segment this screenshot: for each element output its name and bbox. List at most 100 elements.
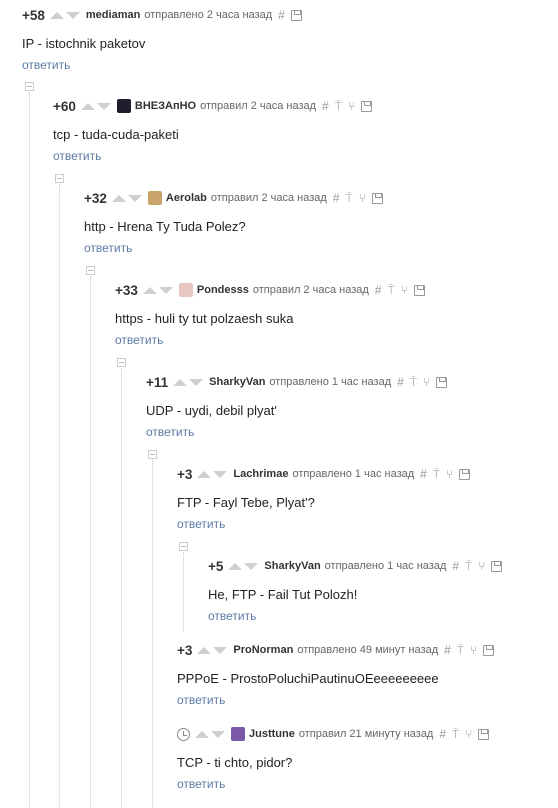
comment-author[interactable]: SharkyVan xyxy=(264,560,320,572)
save-icon[interactable] xyxy=(459,468,471,480)
tree-line xyxy=(183,552,184,632)
pin-icon[interactable]: ⍑ xyxy=(410,375,417,390)
collapse-button[interactable] xyxy=(148,450,157,459)
downvote-icon[interactable] xyxy=(213,470,228,478)
hash-icon[interactable]: # xyxy=(322,99,329,113)
branch-icon[interactable]: ⑂ xyxy=(423,375,430,389)
collapse-button[interactable] xyxy=(179,542,188,551)
comment-time: отправлено 1 час назад xyxy=(324,560,447,572)
comment-author[interactable]: Lachrimae xyxy=(233,468,288,480)
downvote-icon[interactable] xyxy=(211,730,225,738)
reply-link[interactable]: ответить xyxy=(177,693,500,707)
comment-text: FTP - Fayl Tebe, Plyat'? xyxy=(177,495,315,510)
reply-link[interactable]: ответить xyxy=(115,333,431,347)
pin-icon[interactable]: ⍑ xyxy=(452,727,459,742)
upvote-icon[interactable] xyxy=(228,562,243,570)
upvote-icon[interactable] xyxy=(197,646,212,654)
upvote-icon[interactable] xyxy=(195,730,209,738)
comment-time: отправлено 1 час назад xyxy=(292,468,415,480)
save-icon[interactable] xyxy=(290,9,302,21)
pin-icon[interactable]: ⍑ xyxy=(457,643,464,658)
hash-icon[interactable]: # xyxy=(439,727,446,741)
reply-link[interactable]: ответить xyxy=(177,517,476,531)
collapse-button[interactable] xyxy=(25,82,34,91)
comment-author[interactable]: ProNorman xyxy=(233,644,293,656)
save-icon[interactable] xyxy=(478,728,490,740)
downvote-icon[interactable] xyxy=(158,286,173,294)
upvote-icon[interactable] xyxy=(80,102,95,110)
reply-link[interactable]: ответить xyxy=(53,149,378,163)
hash-icon[interactable]: # xyxy=(333,191,340,205)
comment-author[interactable]: Aerolab xyxy=(166,192,207,204)
comment-text: IP - istochnik paketov xyxy=(22,36,146,51)
save-icon[interactable] xyxy=(491,560,503,572)
pin-icon[interactable]: ⍑ xyxy=(387,283,394,298)
reply-link[interactable]: ответить xyxy=(22,58,308,72)
branch-icon[interactable]: ⑂ xyxy=(478,559,485,573)
avatar xyxy=(147,191,162,205)
collapse-button[interactable] xyxy=(55,174,64,183)
comment-author[interactable]: SharkyVan xyxy=(209,376,265,388)
save-icon[interactable] xyxy=(371,192,383,204)
branch-icon[interactable]: ⑂ xyxy=(359,191,366,205)
hash-icon[interactable]: # xyxy=(397,375,404,389)
comment: +3 ProNorman отправлено 49 минут назад #… xyxy=(177,641,500,707)
upvote-icon[interactable] xyxy=(142,286,157,294)
comment-author[interactable]: Justtune xyxy=(249,728,295,740)
upvote-icon[interactable] xyxy=(49,11,64,19)
branch-icon[interactable]: ⑂ xyxy=(348,99,355,113)
downvote-icon[interactable] xyxy=(189,378,204,386)
comment: +11 SharkyVan отправлено 1 час назад # ⍑… xyxy=(146,373,453,439)
collapse-button[interactable] xyxy=(117,358,126,367)
pin-icon[interactable]: ⍑ xyxy=(433,467,440,482)
pin-icon[interactable]: ⍑ xyxy=(345,191,352,206)
pin-icon[interactable]: ⍑ xyxy=(465,559,472,574)
hash-icon[interactable]: # xyxy=(278,8,285,22)
hash-icon[interactable]: # xyxy=(375,283,382,297)
comment-author[interactable]: Pondesss xyxy=(197,284,249,296)
branch-icon[interactable]: ⑂ xyxy=(446,467,453,481)
hash-icon[interactable]: # xyxy=(452,559,459,573)
save-icon[interactable] xyxy=(436,376,448,388)
reply-link[interactable]: ответить xyxy=(84,241,389,255)
tree-line xyxy=(59,184,60,808)
comment-text: UDP - uydi, debil plyat' xyxy=(146,403,277,418)
upvote-icon[interactable] xyxy=(111,194,126,202)
avatar xyxy=(231,727,245,741)
save-icon[interactable] xyxy=(361,100,373,112)
branch-icon[interactable]: ⑂ xyxy=(401,283,408,297)
tree-line xyxy=(90,276,91,808)
save-icon[interactable] xyxy=(483,644,495,656)
comment: +60 ВНЕЗАпНО отправил 2 часа назад # ⍑ ⑂… xyxy=(53,97,378,163)
tree-line xyxy=(121,368,122,808)
reply-link[interactable]: ответить xyxy=(146,425,453,439)
reply-link[interactable]: ответить xyxy=(208,609,508,623)
downvote-icon[interactable] xyxy=(213,646,228,654)
comment-score: +33 xyxy=(115,282,138,298)
branch-icon[interactable]: ⑂ xyxy=(470,643,477,657)
comment: +3 Lachrimae отправлено 1 час назад # ⍑ … xyxy=(177,465,476,531)
reply-link[interactable]: ответить xyxy=(177,777,495,791)
downvote-icon[interactable] xyxy=(96,102,111,110)
downvote-icon[interactable] xyxy=(65,11,80,19)
branch-icon[interactable]: ⑂ xyxy=(465,727,472,741)
comment-time: отправил 2 часа назад xyxy=(210,192,327,204)
upvote-icon[interactable] xyxy=(197,470,212,478)
avatar xyxy=(178,283,193,297)
comment-score: +3 xyxy=(177,642,193,658)
comment-time: отправлено 2 часа назад xyxy=(144,9,273,21)
hash-icon[interactable]: # xyxy=(420,467,427,481)
downvote-icon[interactable] xyxy=(127,194,142,202)
comment: Justtune отправил 21 минуту назад # ⍑ ⑂ … xyxy=(177,725,495,791)
comment-score: +58 xyxy=(22,7,45,23)
collapse-button[interactable] xyxy=(86,266,95,275)
downvote-icon[interactable] xyxy=(244,562,259,570)
pin-icon[interactable]: ⍑ xyxy=(335,99,342,114)
comment-author[interactable]: mediaman xyxy=(86,9,140,21)
comment: +5 SharkyVan отправлено 1 час назад # ⍑ … xyxy=(208,557,508,623)
comment-author[interactable]: ВНЕЗАпНО xyxy=(135,100,196,112)
hash-icon[interactable]: # xyxy=(444,643,451,657)
save-icon[interactable] xyxy=(413,284,425,296)
upvote-icon[interactable] xyxy=(173,378,188,386)
comment-score: +3 xyxy=(177,466,193,482)
